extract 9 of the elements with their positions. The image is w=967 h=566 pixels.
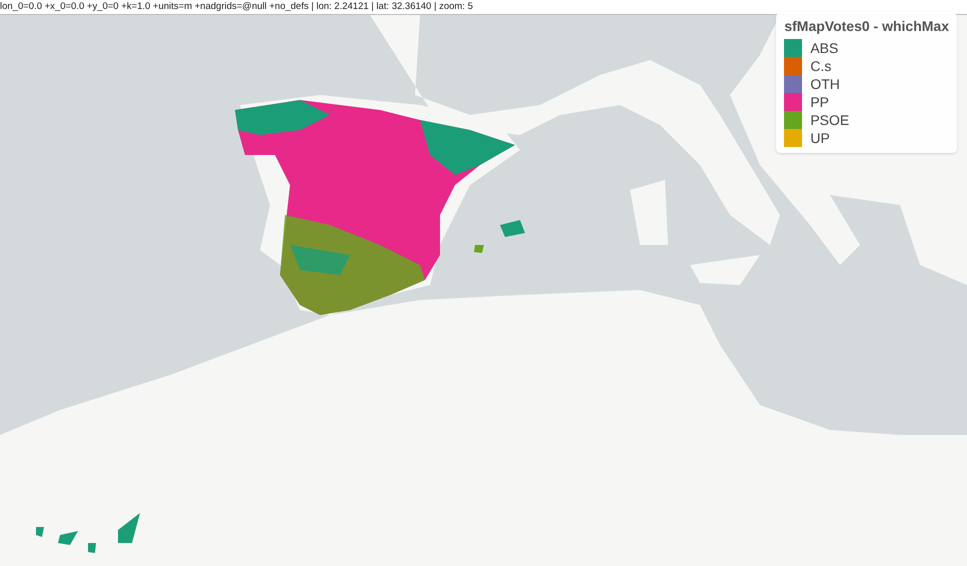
legend-label: C.s [810, 56, 832, 76]
info-bar: lon_0=0.0 +x_0=0.0 +y_0=0 +k=1.0 +units=m +nadgrids=@null +no_defs | lon: 2.24121 | lat: 32.36140 | zoom: 5 [0, 0, 967, 15]
legend-label: OTH [810, 74, 840, 94]
legend-title: sfMapVotes0 - whichMax [784, 17, 949, 36]
legend-label: PSOE [810, 110, 850, 130]
legend-label: ABS [810, 38, 838, 58]
legend-label: PP [810, 92, 830, 112]
legend-label: UP [810, 128, 830, 148]
map-drawing[interactable] [0, 15, 967, 566]
